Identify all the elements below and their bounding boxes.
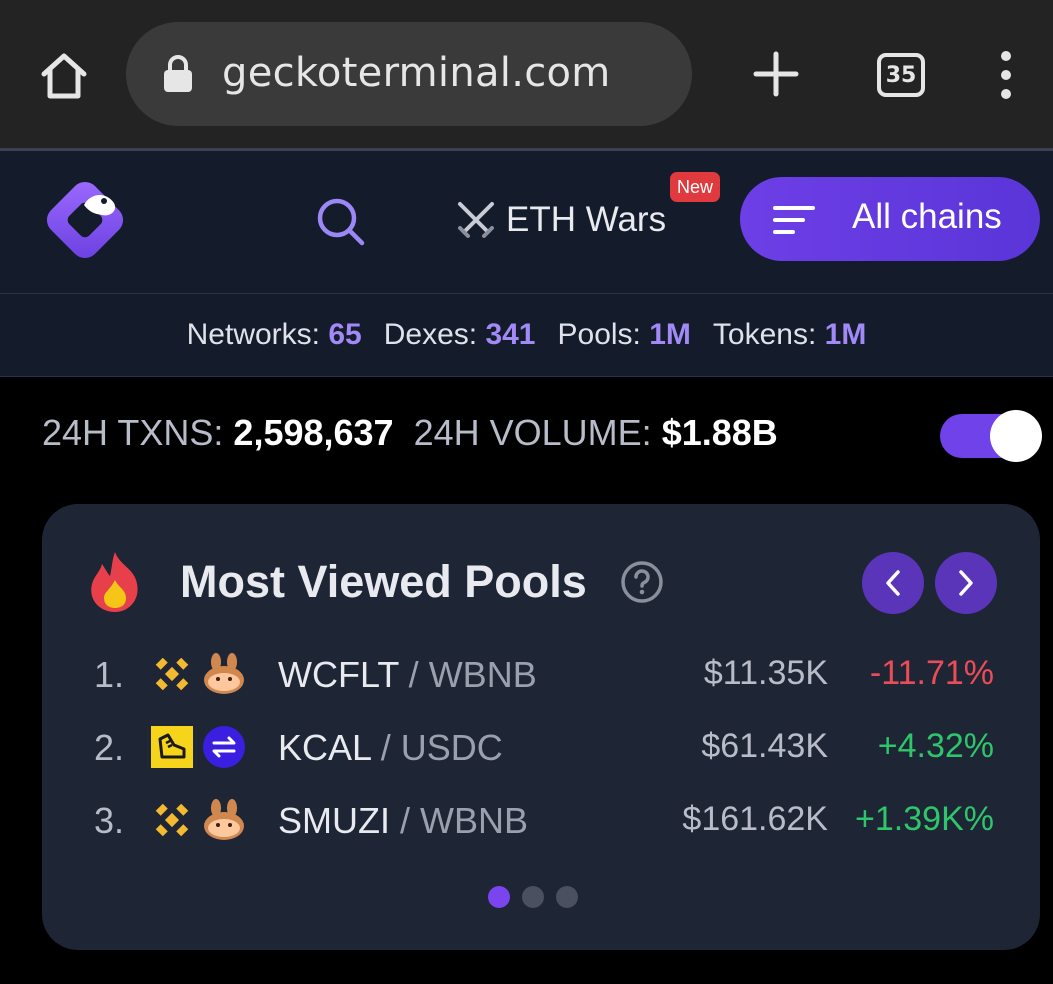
pancakeswap-icon [204, 799, 244, 840]
home-icon[interactable] [36, 48, 92, 104]
carousel-prev-button[interactable] [862, 552, 924, 614]
tab-switcher-button[interactable]: 35 [877, 53, 925, 97]
volume-label: 24H VOLUME: [413, 412, 652, 453]
chevron-right-icon [959, 570, 973, 596]
stat-label: Dexes: [383, 318, 478, 351]
txns-label: 24H TXNS: [42, 412, 224, 453]
pair-separator: / [380, 727, 391, 768]
pagination-dot-2[interactable] [522, 886, 544, 908]
swap-dex-icon [203, 726, 245, 768]
pagination-dot-1[interactable] [488, 886, 510, 908]
volume-value: $1.88B [661, 412, 778, 453]
pool-pair: SMUZI / WBNB [278, 800, 528, 842]
stat-value: 65 [328, 318, 362, 351]
stat-tokens: Tokens: 1M [713, 318, 866, 352]
url-text: geckoterminal.com [222, 50, 611, 96]
base-token: SMUZI [278, 800, 390, 841]
most-viewed-pools-card: Most Viewed Pools 1. WCFLT / WBNB $11.35… [42, 504, 1040, 950]
pair-separator: / [408, 654, 419, 695]
url-bar[interactable]: geckoterminal.com [126, 22, 692, 126]
stepn-icon [151, 726, 193, 768]
pool-price: $161.62K [682, 800, 828, 838]
pool-rank: 3. [94, 800, 125, 841]
global-stats-bar: Networks: 65 Dexes: 341 Pools: 1M Tokens… [0, 293, 1053, 377]
bnb-icon [155, 657, 189, 691]
search-icon[interactable] [312, 193, 368, 249]
site-header: ETH Wars New All chains [0, 151, 1053, 293]
stat-value: 1M [649, 318, 691, 351]
pool-change: +1.39K% [855, 800, 994, 838]
stats-toggle[interactable] [940, 410, 1042, 462]
carousel-pagination [488, 886, 578, 908]
stat-label: Tokens: [712, 318, 817, 351]
filter-lines-icon [773, 206, 815, 234]
browser-toolbar: geckoterminal.com 35 [0, 0, 1053, 148]
quote-token: WBNB [420, 800, 529, 841]
pancakeswap-icon [204, 653, 244, 694]
geckoterminal-logo[interactable] [40, 175, 130, 265]
more-options-icon[interactable] [996, 50, 1016, 100]
stat-label: Networks: [186, 318, 320, 351]
help-icon[interactable] [620, 560, 664, 604]
pool-row[interactable]: 1. WCFLT / WBNB $11.35K -11.71% [42, 646, 1040, 706]
pool-rank: 2. [94, 727, 125, 768]
card-title: Most Viewed Pools [180, 556, 587, 607]
lock-icon [164, 55, 192, 92]
pool-row[interactable]: 3. SMUZI / WBNB $161.62K +1.39K% [42, 792, 1040, 852]
pool-price: $11.35K [703, 654, 828, 692]
new-badge: New [670, 172, 720, 202]
pool-pair: KCAL / USDC [278, 727, 503, 769]
pair-separator: / [400, 800, 411, 841]
base-token: KCAL [278, 727, 371, 768]
txns-value: 2,598,637 [233, 412, 394, 453]
pagination-dot-3[interactable] [556, 886, 578, 908]
stat-value: 1M [824, 318, 867, 351]
pool-pair: WCFLT / WBNB [278, 654, 537, 696]
fire-icon [91, 552, 138, 612]
stat-dexes: Dexes: 341 [384, 318, 536, 352]
new-tab-icon[interactable] [752, 50, 800, 98]
eth-wars-label: ETH Wars [506, 200, 667, 239]
quote-token: USDC [400, 727, 503, 768]
crossed-swords-icon [458, 202, 494, 238]
base-token: WCFLT [278, 654, 399, 695]
quote-token: WBNB [428, 654, 537, 695]
carousel-next-button[interactable] [935, 552, 997, 614]
pool-change: -11.71% [869, 654, 994, 692]
all-chains-label: All chains [852, 197, 1002, 236]
chevron-left-icon [886, 570, 900, 596]
pool-row[interactable]: 2. KCAL / USDC $61.43K +4.32% [42, 719, 1040, 779]
24h-totals: 24H TXNS: 2,598,637 24H VOLUME: $1.88B [42, 412, 778, 454]
stat-pools: Pools: 1M [558, 318, 691, 352]
stat-label: Pools: [557, 318, 641, 351]
stat-networks: Networks: 65 [187, 318, 362, 352]
pool-change: +4.32% [877, 727, 994, 765]
bnb-icon [155, 803, 189, 837]
all-chains-button[interactable]: All chains [740, 177, 1040, 261]
stat-value: 341 [485, 318, 536, 351]
pool-price: $61.43K [701, 727, 828, 765]
eth-wars-link[interactable]: ETH Wars [454, 195, 666, 245]
toggle-knob [990, 410, 1042, 462]
pool-rank: 1. [94, 654, 125, 695]
